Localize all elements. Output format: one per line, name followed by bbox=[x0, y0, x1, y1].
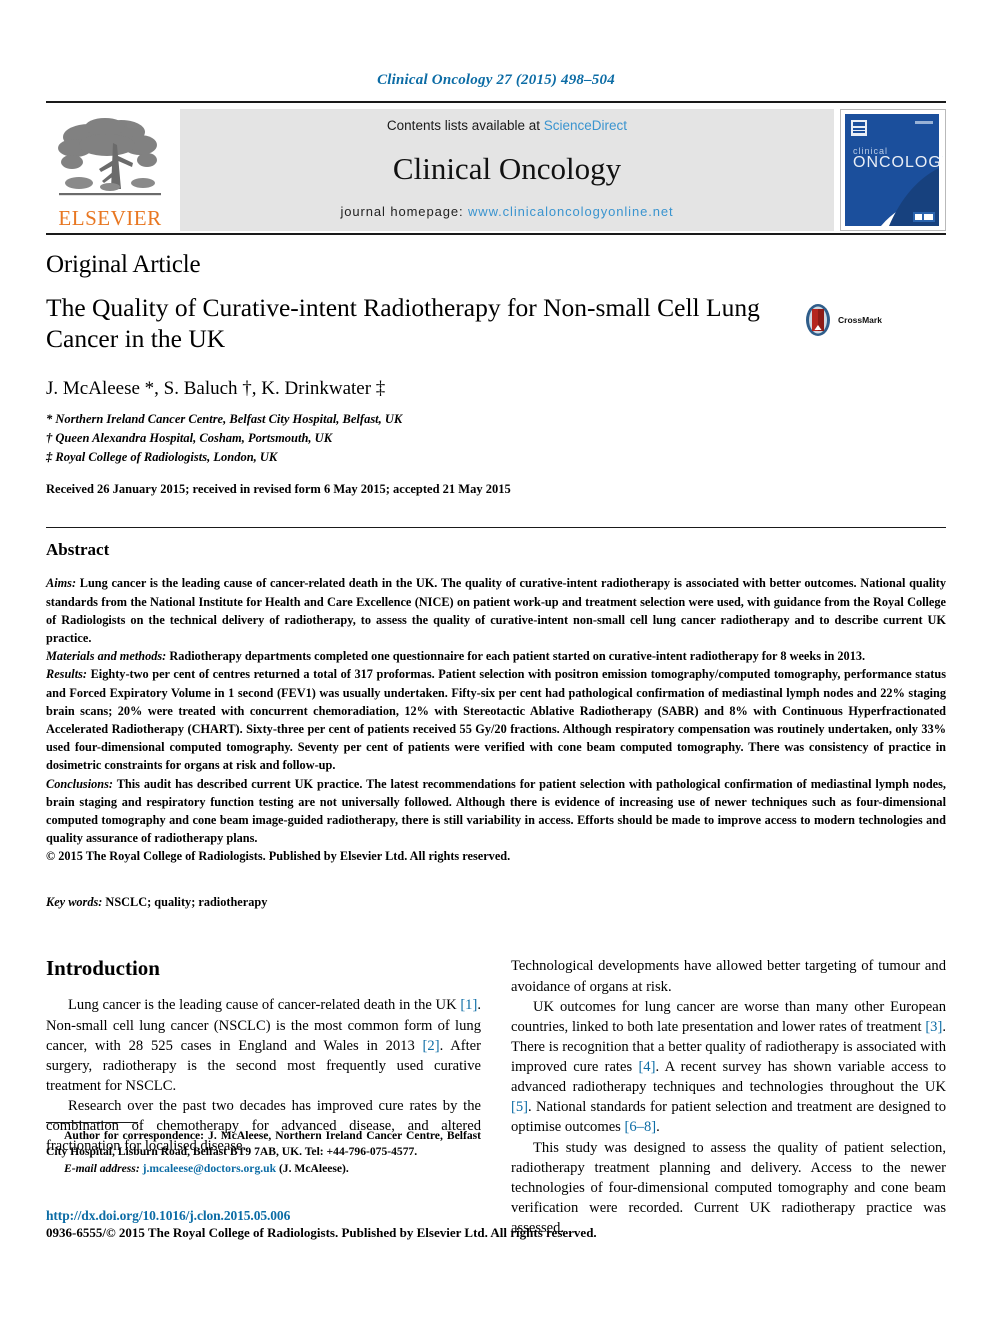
page-title: The Quality of Curative-intent Radiother… bbox=[46, 293, 760, 353]
section-heading-introduction: Introduction bbox=[46, 956, 160, 981]
journal-homepage-link[interactable]: www.clinicaloncologyonline.net bbox=[468, 204, 674, 219]
abstract-top-rule bbox=[46, 527, 946, 529]
abstract-aims: Aims: Lung cancer is the leading cause o… bbox=[46, 574, 946, 647]
author-names: J. McAleese *, S. Baluch †, K. Drinkwate… bbox=[46, 378, 386, 400]
elsevier-tree-icon bbox=[58, 118, 161, 196]
citation-ref[interactable]: [3] bbox=[925, 1019, 942, 1035]
citation-ref[interactable]: [1] bbox=[460, 997, 477, 1013]
abstract-conclusions: Conclusions: This audit has described cu… bbox=[46, 775, 946, 848]
affiliation-item: * Northern Ireland Cancer Centre, Belfas… bbox=[46, 412, 403, 427]
citation-ref[interactable]: [6–8] bbox=[625, 1119, 657, 1135]
body-columns: Introduction Lung cancer is the leading … bbox=[46, 956, 946, 1238]
abstract-copyright: © 2015 The Royal College of Radiologists… bbox=[46, 849, 511, 864]
abstract-body: Aims: Lung cancer is the leading cause o… bbox=[46, 574, 946, 865]
citation-ref[interactable]: [4] bbox=[638, 1059, 655, 1075]
elsevier-logo: ELSEVIER bbox=[46, 109, 174, 231]
sciencedirect-link[interactable]: ScienceDirect bbox=[544, 118, 627, 133]
contents-list-line: Contents lists available at ScienceDirec… bbox=[387, 118, 627, 133]
footer-copyright: 0936-6555/© 2015 The Royal College of Ra… bbox=[46, 1225, 597, 1240]
article-history: Received 26 January 2015; received in re… bbox=[46, 482, 511, 497]
contents-prefix: Contents lists available at bbox=[386, 118, 541, 133]
author-list: J. McAleese *, S. Baluch †, K. Drinkwate… bbox=[46, 378, 946, 400]
email-label: E-mail address: bbox=[64, 1161, 140, 1175]
citation-ref[interactable]: [2] bbox=[423, 1038, 440, 1054]
footnote-rule bbox=[46, 1122, 138, 1123]
crossmark-badge[interactable]: CrossMark bbox=[801, 303, 882, 337]
abstract-materials-label: Materials and methods: bbox=[46, 649, 167, 664]
journal-title: Clinical Oncology bbox=[392, 151, 622, 186]
page-footer: http://dx.doi.org/10.1016/j.clon.2015.05… bbox=[46, 1208, 746, 1241]
keywords: Key words: NSCLC; quality; radiotherapy bbox=[46, 895, 946, 910]
affiliations: * Northern Ireland Cancer Centre, Belfas… bbox=[46, 410, 946, 466]
column-left: Introduction Lung cancer is the leading … bbox=[46, 956, 481, 1238]
journal-masthead: ELSEVIER Contents lists available at Sci… bbox=[46, 101, 946, 231]
abstract-conclusions-text: This audit has described current UK prac… bbox=[46, 776, 946, 846]
elsevier-wordmark: ELSEVIER bbox=[58, 206, 162, 230]
abstract-materials-text: Radiotherapy departments completed one q… bbox=[166, 649, 866, 664]
email-line: E-mail address: j.mcaleese@doctors.org.u… bbox=[46, 1161, 481, 1177]
citation-ref[interactable]: [5] bbox=[511, 1099, 528, 1115]
email-suffix: (J. McAleese). bbox=[276, 1161, 349, 1175]
abstract-aims-text: Lung cancer is the leading cause of canc… bbox=[46, 576, 946, 645]
abstract-conclusions-label: Conclusions: bbox=[46, 776, 113, 791]
journal-cover-image: clinical ONCOLOGY bbox=[841, 110, 945, 230]
crossmark-icon bbox=[806, 304, 830, 336]
running-head: Clinical Oncology 27 (2015) 498–504 bbox=[377, 72, 615, 88]
paragraph: UK outcomes for lung cancer are worse th… bbox=[511, 998, 946, 1136]
footnote-body: Author for correspondence: J. McAleese, … bbox=[46, 1128, 481, 1177]
article-type: Original Article bbox=[46, 251, 201, 278]
column-right: Technological developments have allowed … bbox=[511, 956, 946, 1238]
journal-cover-thumbnail: clinical ONCOLOGY bbox=[840, 109, 946, 231]
abstract-section: Abstract Aims: Lung cancer is the leadin… bbox=[46, 527, 946, 910]
email-link[interactable]: j.mcaleese@doctors.org.uk bbox=[143, 1162, 276, 1175]
paragraph: Technological developments have allowed … bbox=[511, 958, 946, 995]
journal-homepage-line: journal homepage: www.clinicaloncologyon… bbox=[340, 204, 673, 219]
abstract-heading: Abstract bbox=[46, 540, 110, 560]
correspondence-label: Author for correspondence: bbox=[64, 1129, 205, 1142]
abstract-results: Results: Eighty-two per cent of centres … bbox=[46, 665, 946, 774]
introduction-right-text: Technological developments have allowed … bbox=[511, 956, 946, 1238]
abstract-materials: Materials and methods: Radiotherapy depa… bbox=[46, 647, 946, 665]
crossmark-label: CrossMark bbox=[838, 315, 882, 325]
keywords-label: Key words: bbox=[46, 895, 103, 910]
keywords-text: NSCLC; quality; radiotherapy bbox=[102, 895, 268, 910]
affiliation-item: ‡ Royal College of Radiologists, London,… bbox=[46, 449, 278, 464]
title-row: The Quality of Curative-intent Radiother… bbox=[46, 279, 946, 354]
affiliation-item: † Queen Alexandra Hospital, Cosham, Port… bbox=[46, 430, 333, 445]
masthead-bottom-rule bbox=[46, 233, 946, 235]
abstract-aims-label: Aims: bbox=[46, 576, 77, 591]
correspondence-footnote: Author for correspondence: J. McAleese, … bbox=[46, 1122, 481, 1177]
svg-text:ONCOLOGY: ONCOLOGY bbox=[853, 154, 943, 171]
abstract-results-label: Results: bbox=[46, 667, 87, 682]
abstract-results-text: Eighty-two per cent of centres returned … bbox=[46, 667, 946, 773]
correspondence-line: Author for correspondence: J. McAleese, … bbox=[46, 1128, 481, 1161]
paragraph: Lung cancer is the leading cause of canc… bbox=[46, 997, 481, 1094]
homepage-prefix: journal homepage: bbox=[340, 204, 464, 219]
article-page: Clinical Oncology 27 (2015) 498–504 ELSE… bbox=[0, 0, 992, 1323]
doi-link[interactable]: http://dx.doi.org/10.1016/j.clon.2015.05… bbox=[46, 1208, 746, 1224]
journal-banner: Contents lists available at ScienceDirec… bbox=[180, 109, 834, 231]
